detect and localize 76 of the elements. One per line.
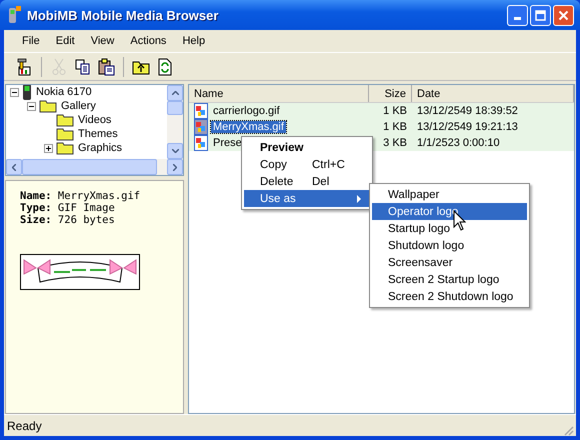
menu-item[interactable]: Help bbox=[174, 35, 214, 47]
file-row[interactable]: carrierlogo.gif 1 KB 13/12/2549 18:39:52 bbox=[189, 103, 574, 119]
status-text: Ready bbox=[7, 418, 42, 432]
date-cell-text: 1/1/2523 0:00:10 bbox=[416, 137, 501, 149]
phone-icon bbox=[6, 6, 22, 24]
info-text: Size: 726 bytes bbox=[20, 214, 116, 226]
close-icon bbox=[558, 10, 569, 20]
chevron-up-icon bbox=[172, 91, 178, 95]
clipboard-icon bbox=[98, 58, 116, 76]
menu-item[interactable]: View bbox=[82, 35, 122, 47]
column-header[interactable]: Date bbox=[412, 85, 574, 102]
scroll-down-button[interactable] bbox=[167, 143, 183, 159]
image-file-icon bbox=[194, 119, 208, 135]
refresh-icon bbox=[156, 58, 172, 76]
expander-icon[interactable] bbox=[27, 102, 36, 110]
date-cell-text: 13/12/2549 19:21:13 bbox=[416, 121, 519, 133]
minimize-icon bbox=[514, 16, 521, 20]
minimize-button[interactable] bbox=[507, 4, 528, 26]
menu-item[interactable]: Delete Del bbox=[244, 173, 370, 190]
folder-icon bbox=[56, 141, 74, 155]
hammer-icon bbox=[16, 58, 34, 76]
tree-item[interactable]: Videos bbox=[77, 114, 112, 126]
folder-icon bbox=[56, 113, 74, 127]
maximize-icon bbox=[535, 10, 546, 20]
resize-grip-icon[interactable] bbox=[562, 424, 574, 436]
menu-item[interactable]: Wallpaper bbox=[372, 186, 527, 203]
date-cell-text: 13/12/2549 18:39:52 bbox=[416, 105, 519, 117]
menu-item[interactable]: Use as bbox=[244, 190, 370, 207]
horizontal-scrollbar[interactable] bbox=[5, 159, 184, 176]
chevron-left-icon bbox=[12, 164, 16, 170]
menu-item[interactable]: Screensaver bbox=[372, 254, 527, 271]
column-header[interactable]: Name bbox=[189, 85, 369, 102]
image-file-icon bbox=[194, 135, 208, 151]
size-cell-text: 3 KB bbox=[382, 137, 408, 149]
menu-item[interactable]: Screen 2 Shutdown logo bbox=[372, 288, 527, 305]
folder-icon bbox=[56, 127, 74, 141]
menu-item[interactable]: Shutdown logo bbox=[372, 237, 527, 254]
menu-item[interactable]: Startup logo bbox=[372, 220, 527, 237]
menu-item[interactable]: Copy Ctrl+C bbox=[244, 156, 370, 173]
copy-icon bbox=[74, 58, 90, 74]
shortcut-text: Del bbox=[312, 176, 330, 188]
chevron-right-icon bbox=[173, 164, 177, 170]
folder-icon bbox=[39, 99, 57, 113]
shortcut-text: Ctrl+C bbox=[312, 158, 345, 170]
menu-item[interactable]: File bbox=[14, 35, 48, 47]
phone-icon bbox=[22, 85, 32, 101]
chevron-down-icon bbox=[172, 149, 178, 153]
scissors-icon bbox=[52, 58, 66, 76]
expander-icon[interactable] bbox=[10, 88, 19, 96]
tree-item[interactable]: Nokia 6170 bbox=[35, 86, 93, 98]
info-text: Name: MerryXmas.gif bbox=[20, 190, 142, 202]
tree-item[interactable]: Themes bbox=[77, 128, 119, 140]
column-header[interactable]: Size bbox=[369, 85, 412, 102]
vertical-scrollbar[interactable] bbox=[167, 85, 183, 159]
size-cell-text: 1 KB bbox=[382, 105, 408, 117]
menu-item[interactable]: Screen 2 Startup logo bbox=[372, 271, 527, 288]
menu-item[interactable]: Actions bbox=[122, 35, 174, 47]
size-cell-text: 1 KB bbox=[382, 121, 408, 133]
menu-item[interactable]: Edit bbox=[48, 35, 83, 47]
paste-button[interactable] bbox=[96, 56, 117, 78]
expander-icon[interactable] bbox=[44, 144, 53, 152]
file-row[interactable]: MerryXmas.gif 1 KB 13/12/2549 19:21:13 bbox=[189, 119, 574, 135]
image-file-icon bbox=[194, 103, 208, 119]
scroll-thumb[interactable] bbox=[22, 159, 157, 175]
tree-item[interactable]: Gallery bbox=[60, 100, 97, 112]
folder-up-icon bbox=[132, 58, 150, 74]
scroll-up-button[interactable] bbox=[167, 85, 183, 101]
info-text: Type: GIF Image bbox=[20, 202, 116, 214]
window-title: MobiMB Mobile Media Browser bbox=[27, 8, 220, 22]
submenu-arrow-icon bbox=[357, 194, 362, 202]
scroll-thumb[interactable] bbox=[167, 101, 183, 115]
scroll-left-button[interactable] bbox=[6, 159, 22, 175]
scroll-right-button[interactable] bbox=[167, 159, 183, 175]
maximize-button[interactable] bbox=[530, 4, 551, 26]
close-button[interactable] bbox=[553, 4, 574, 26]
tree-item[interactable]: Graphics bbox=[77, 142, 124, 154]
